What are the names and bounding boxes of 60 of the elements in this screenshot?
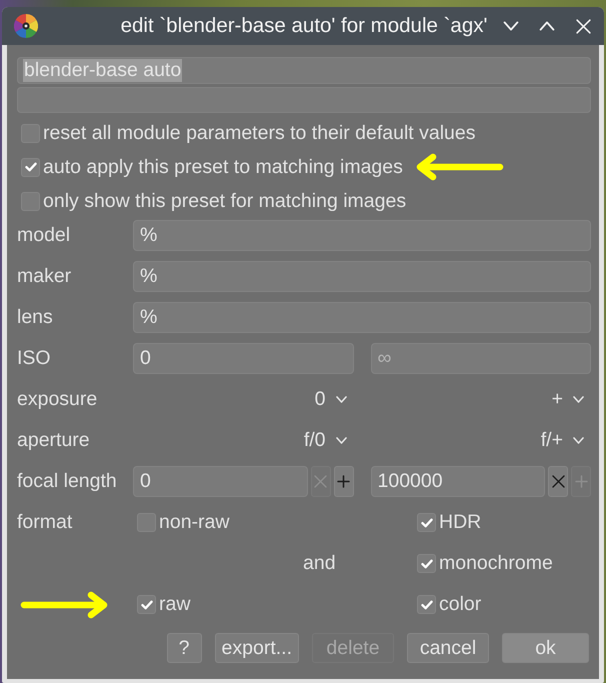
- check-icon: [24, 162, 36, 172]
- dialog-button[interactable]: ok: [502, 633, 589, 663]
- checkbox-label: non-raw: [159, 511, 230, 534]
- plus-icon: [337, 475, 350, 488]
- check-icon: [420, 558, 432, 568]
- conjunction-label: and: [303, 552, 336, 575]
- check-icon: [140, 600, 152, 610]
- dialog-button[interactable]: export...: [214, 633, 299, 663]
- field-label: format: [17, 511, 72, 534]
- field-label: aperture: [17, 429, 90, 452]
- field-label: lens: [17, 306, 53, 329]
- cross-icon: [314, 475, 327, 488]
- chevron-down-icon: [336, 396, 346, 403]
- window-title: edit `blender-base auto' for module `agx': [120, 14, 488, 38]
- dialog-button[interactable]: cancel: [407, 633, 489, 663]
- checkbox-label: only show this preset for matching images: [43, 190, 406, 212]
- checkbox-label: color: [439, 593, 482, 616]
- cross-icon: [552, 475, 564, 488]
- checkbox[interactable]: [137, 595, 156, 614]
- input-field[interactable]: 0: [133, 466, 308, 497]
- checkbox-label: auto apply this preset to matching images: [43, 156, 403, 178]
- field-label: ISO: [17, 347, 51, 370]
- checkbox[interactable]: [417, 595, 436, 614]
- input-field[interactable]: 100000: [370, 466, 545, 497]
- checkbox-label: raw: [159, 593, 190, 616]
- check-icon: [420, 518, 432, 528]
- check-icon: [420, 600, 432, 610]
- checkbox-label: HDR: [439, 511, 482, 534]
- field-label: focal length: [17, 470, 117, 493]
- checkbox[interactable]: [417, 513, 436, 532]
- dropdown[interactable]: 0: [314, 388, 346, 411]
- input-field[interactable]: 0: [133, 343, 354, 374]
- checkbox-label: monochrome: [439, 552, 553, 575]
- input-field[interactable]: ∞: [370, 343, 591, 374]
- input-field[interactable]: %: [133, 220, 591, 251]
- chevron-down-icon: [336, 437, 346, 444]
- help-button[interactable]: ?: [166, 633, 202, 663]
- chevron-down-icon: [573, 396, 584, 403]
- clear-button[interactable]: [548, 466, 568, 497]
- dropdown[interactable]: f/0: [304, 429, 346, 452]
- checkbox[interactable]: [21, 158, 40, 176]
- field-label: maker: [17, 265, 72, 288]
- plus-icon: [574, 475, 588, 488]
- field-label: model: [17, 224, 70, 247]
- field-label: exposure: [17, 388, 98, 411]
- dropdown[interactable]: f/+: [540, 429, 584, 452]
- checkbox-label: reset all module parameters to their default values: [43, 122, 476, 144]
- input-field[interactable]: %: [133, 302, 591, 333]
- input-field[interactable]: %: [133, 261, 591, 292]
- arrow-right-icon: [20, 590, 110, 618]
- dropdown[interactable]: +: [552, 388, 584, 411]
- name-field[interactable]: blender-base auto: [17, 57, 591, 84]
- chevron-down-icon: [503, 21, 519, 31]
- checkbox[interactable]: [417, 554, 436, 573]
- chevron-up-icon: [539, 21, 555, 31]
- increment-button[interactable]: [334, 466, 354, 497]
- field-text: blender-base auto: [23, 59, 182, 82]
- chevron-down-icon: [573, 437, 584, 444]
- cross-icon: [576, 18, 590, 34]
- aperture-logo-icon: [14, 14, 38, 38]
